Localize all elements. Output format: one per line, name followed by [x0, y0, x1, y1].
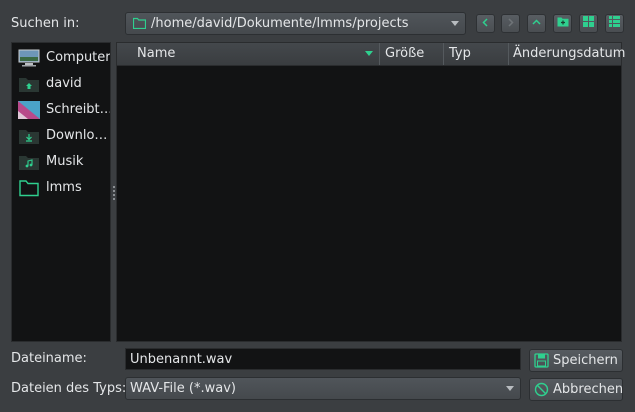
sidebar-item-label: Computer — [46, 50, 110, 65]
detail-view-button[interactable] — [605, 14, 624, 33]
chevron-down-icon — [451, 21, 459, 26]
sidebar-item-label: Musik — [46, 154, 84, 169]
filename-input[interactable] — [125, 348, 521, 370]
sidebar-item-label: Schreibt… — [46, 102, 110, 117]
places-sidebar: Computer david Schreibt… Downlo… Musik l… — [11, 42, 111, 342]
column-header-label: Name — [137, 46, 176, 61]
sidebar-item-david[interactable]: david — [16, 73, 112, 95]
save-button-label: Speichern — [553, 353, 618, 368]
sidebar-item-label: david — [46, 76, 82, 91]
cancel-button-label: Abbrechen — [553, 382, 624, 397]
sidebar-item-downloads[interactable]: Downlo… — [16, 125, 112, 147]
sidebar-item-computer[interactable]: Computer — [16, 47, 112, 69]
chevron-down-icon — [506, 386, 514, 391]
sidebar-item-label: lmms — [46, 180, 82, 195]
sidebar-item-label: Downlo… — [46, 128, 108, 143]
new-folder-icon — [557, 16, 569, 31]
column-header-size[interactable]: Größe — [380, 43, 444, 65]
filetype-combobox[interactable]: WAV-File (*.wav) — [125, 377, 521, 400]
sidebar-item-music[interactable]: Musik — [16, 151, 112, 173]
new-folder-button[interactable] — [553, 14, 572, 33]
look-in-label: Suchen in: — [11, 16, 80, 31]
sidebar-item-desktop[interactable]: Schreibt… — [16, 99, 112, 121]
list-view-button[interactable] — [579, 14, 598, 33]
column-header-label: Typ — [449, 46, 471, 61]
parent-directory-button[interactable] — [527, 14, 546, 33]
music-folder-icon — [18, 153, 40, 171]
column-header-label: Änderungsdatum — [513, 46, 626, 61]
filetype-value: WAV-File (*.wav) — [130, 381, 236, 396]
column-header-name[interactable]: Name — [117, 43, 380, 65]
computer-icon — [18, 49, 40, 67]
column-header-label: Größe — [385, 46, 425, 61]
home-folder-icon — [18, 75, 40, 93]
list-header: Name Größe Typ Änderungsdatum — [117, 43, 625, 66]
save-icon — [534, 353, 549, 372]
column-header-type[interactable]: Typ — [444, 43, 509, 65]
column-header-date[interactable]: Änderungsdatum — [509, 43, 625, 65]
desktop-icon — [18, 101, 40, 119]
back-button[interactable] — [476, 14, 495, 33]
forward-button[interactable] — [501, 14, 520, 33]
detail-view-icon — [609, 16, 620, 31]
sidebar-item-lmms[interactable]: lmms — [16, 177, 112, 199]
folder-icon — [18, 179, 40, 197]
back-icon — [481, 16, 490, 31]
folder-icon — [132, 17, 147, 33]
cancel-icon — [534, 382, 549, 401]
forward-icon — [506, 16, 515, 31]
sort-descending-icon — [365, 51, 373, 56]
cancel-button[interactable]: Abbrechen — [529, 378, 623, 401]
file-list-view[interactable]: Name Größe Typ Änderungsdatum — [116, 42, 625, 342]
look-in-path: /home/david/Dokumente/lmms/projects — [151, 16, 409, 31]
filename-label: Dateiname: — [11, 351, 87, 366]
list-view-icon — [583, 16, 594, 31]
look-in-combobox[interactable]: /home/david/Dokumente/lmms/projects — [125, 12, 466, 35]
save-button[interactable]: Speichern — [529, 349, 623, 372]
filetype-label: Dateien des Typs: — [11, 381, 127, 396]
downloads-folder-icon — [18, 127, 40, 145]
parent-directory-icon — [532, 16, 541, 31]
